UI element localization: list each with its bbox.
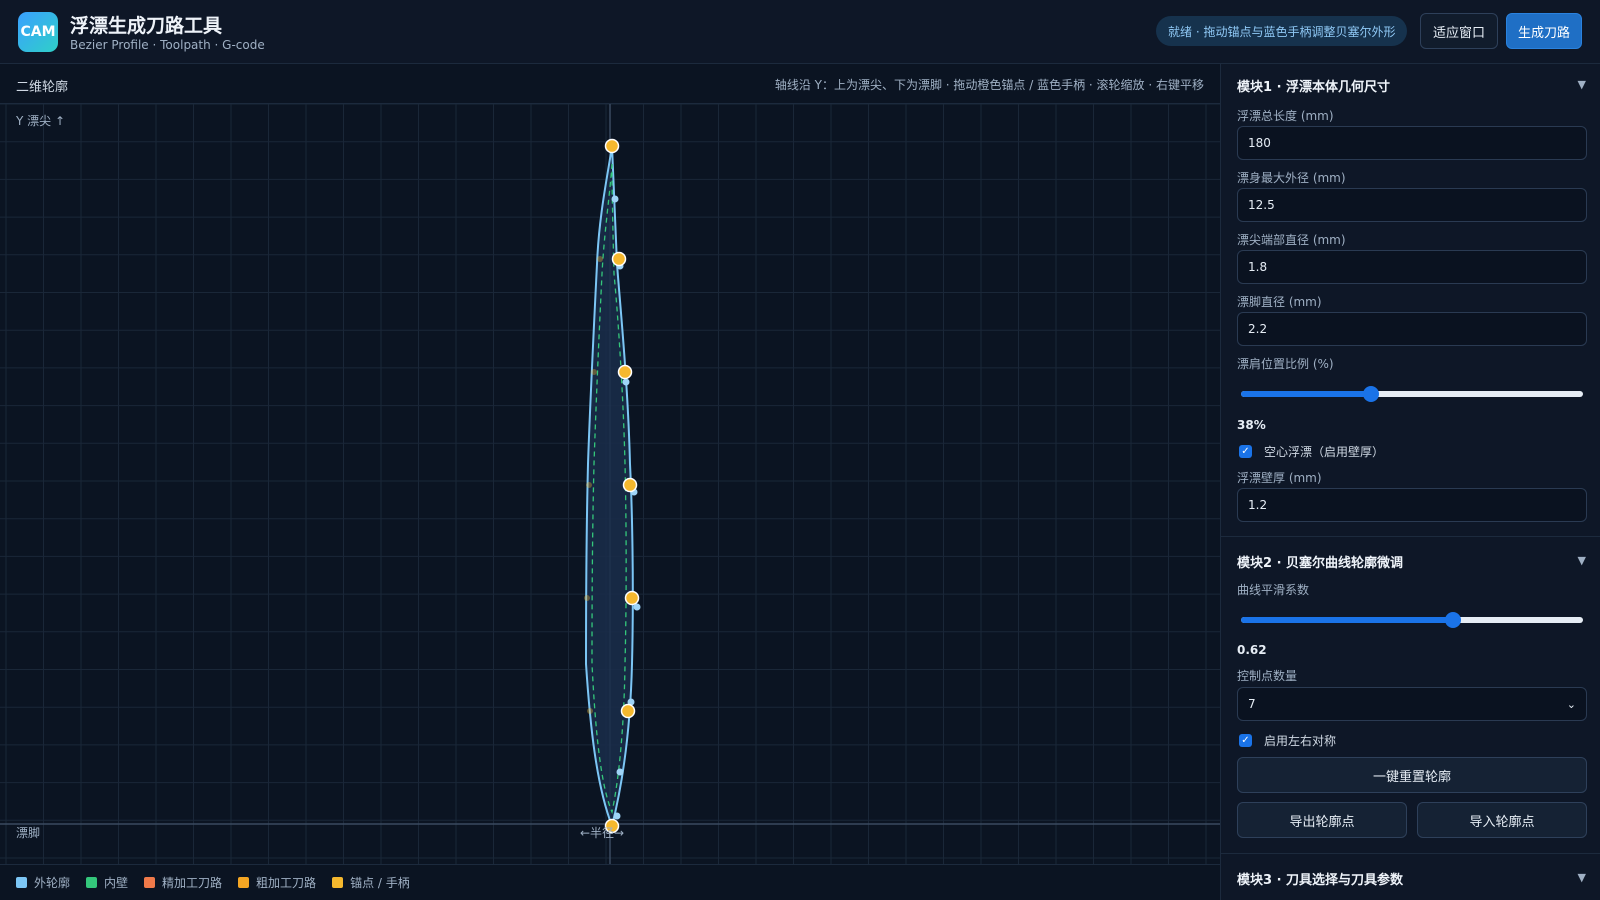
app-header: CAM 浮漂生成刀路工具 Bezier Profile · Toolpath ·… [0,0,1600,64]
legend-swatch [144,877,156,888]
divider [1221,853,1600,854]
mirror-anchor [587,708,593,714]
bezier-anchor [624,590,640,606]
mirror-anchor [591,369,597,375]
fit-window-button[interactable]: 适应窗口 [1420,13,1498,49]
settings-panel: 模块1 · 浮漂本体几何尺寸 ▼ 浮漂总长度 (mm) 漂身最大外径 (mm) … [1220,64,1600,900]
profile-canvas[interactable]: Y 漂尖 ↑ 漂脚 ←半径→ [0,104,1220,864]
foot-dia-label: 漂脚直径 (mm) [1237,295,1322,309]
legend-item-rough: 粗加工刀路 [238,874,316,891]
length-input[interactable] [1237,126,1587,160]
status-badge: 就绪 · 拖动锚点与蓝色手柄调整贝塞尔外形 [1156,16,1408,46]
mirror-anchor [586,482,592,488]
chevron-down-icon[interactable]: ▼ [1578,554,1586,567]
bezier-handle [616,768,624,776]
legend-item-outer: 外轮廓 [16,874,70,891]
ctrl-label: 控制点数量 [1237,669,1298,683]
smooth-value: 0.62 [1237,643,1267,657]
app-logo: CAM [18,12,58,52]
canvas-panel: 二维轮廓 轴线沿 Y：上为漂尖、下为漂脚 · 拖动橙色锚点 / 蓝色手柄 · 滚… [0,64,1220,900]
tip-dia-label: 漂尖端部直径 (mm) [1237,233,1346,247]
max-dia-input[interactable] [1237,188,1587,222]
module3-title[interactable]: 模块3 · 刀具选择与刀具参数 [1237,869,1403,888]
hollow-checkbox-row[interactable]: ✓ 空心浮漂（启用壁厚） [1239,443,1384,460]
chevron-down-icon[interactable]: ▼ [1578,78,1586,91]
max-dia-label: 漂身最大外径 (mm) [1237,171,1346,185]
bezier-anchor [617,364,633,380]
module2-title[interactable]: 模块2 · 贝塞尔曲线轮廓微调 [1237,552,1403,571]
divider [1221,536,1600,537]
shoulder-value: 38% [1237,418,1266,432]
canvas-hint: 轴线沿 Y：上为漂尖、下为漂脚 · 拖动橙色锚点 / 蓝色手柄 · 滚轮缩放 ·… [774,78,1204,92]
bezier-anchor [622,477,638,493]
canvas-title: 二维轮廓 [16,80,69,95]
symmetry-checkbox-row[interactable]: ✓ 启用左右对称 [1239,732,1336,749]
legend-item-anchor: 锚点 / 手柄 [332,874,410,891]
generate-toolpath-button[interactable]: 生成刀路 [1506,13,1582,49]
app-title: 浮漂生成刀路工具 [70,15,223,37]
axis-label-radius: ←半径→ [580,826,625,840]
bezier-handle [622,378,630,386]
smooth-label: 曲线平滑系数 [1237,583,1310,597]
mirror-anchor [584,595,590,601]
import-points-button[interactable]: 导入轮廓点 [1417,802,1587,838]
shoulder-slider[interactable] [1241,386,1583,402]
module1-title[interactable]: 模块1 · 浮漂本体几何尺寸 [1237,76,1390,95]
axis-label-foot: 漂脚 [16,826,41,840]
hollow-label: 空心浮漂（启用壁厚） [1264,445,1385,459]
shoulder-label: 漂肩位置比例 (%) [1237,357,1334,371]
bezier-handle [611,195,619,203]
profile-svg[interactable] [0,104,1220,864]
legend-swatch [16,877,27,888]
mirror-anchor [597,256,603,262]
legend-item-inner: 内壁 [86,874,128,891]
app-subtitle: Bezier Profile · Toolpath · G-code [70,38,265,52]
foot-dia-input[interactable] [1237,312,1587,346]
symmetry-label: 启用左右对称 [1264,734,1337,748]
legend-swatch [86,877,98,888]
bezier-anchor [620,703,636,719]
legend-swatch [332,877,344,888]
slider-thumb[interactable] [1362,386,1379,402]
tip-dia-input[interactable] [1237,250,1587,284]
axis-label-tip: Y 漂尖 ↑ [16,114,66,128]
legend-item-finish: 精加工刀路 [144,874,222,891]
smooth-slider[interactable] [1241,612,1583,628]
slider-fill [1241,617,1454,623]
export-points-button[interactable]: 导出轮廓点 [1237,802,1407,838]
length-label: 浮漂总长度 (mm) [1237,109,1334,123]
reset-profile-button[interactable]: 一键重置轮廓 [1237,757,1587,793]
slider-fill [1241,391,1371,397]
canvas-header: 二维轮廓 轴线沿 Y：上为漂尖、下为漂脚 · 拖动橙色锚点 / 蓝色手柄 · 滚… [0,64,1220,104]
slider-thumb[interactable] [1445,612,1462,628]
ctrl-points-select[interactable]: 7 ⌄ [1237,687,1587,721]
legend-swatch [238,877,250,888]
wall-label: 浮漂壁厚 (mm) [1237,471,1322,485]
wall-input[interactable] [1237,488,1587,522]
ctrl-points-value: 7 [1248,697,1256,711]
checkbox-icon[interactable]: ✓ [1239,445,1252,458]
checkbox-icon[interactable]: ✓ [1239,734,1252,747]
legend: 外轮廓 内壁 精加工刀路 粗加工刀路 锚点 / 手柄 [0,864,1220,900]
bezier-anchor [611,251,627,267]
chevron-down-icon[interactable]: ▼ [1578,871,1586,884]
bezier-handle [613,812,621,820]
bezier-anchor [604,138,620,154]
chevron-down-icon: ⌄ [1566,698,1576,711]
